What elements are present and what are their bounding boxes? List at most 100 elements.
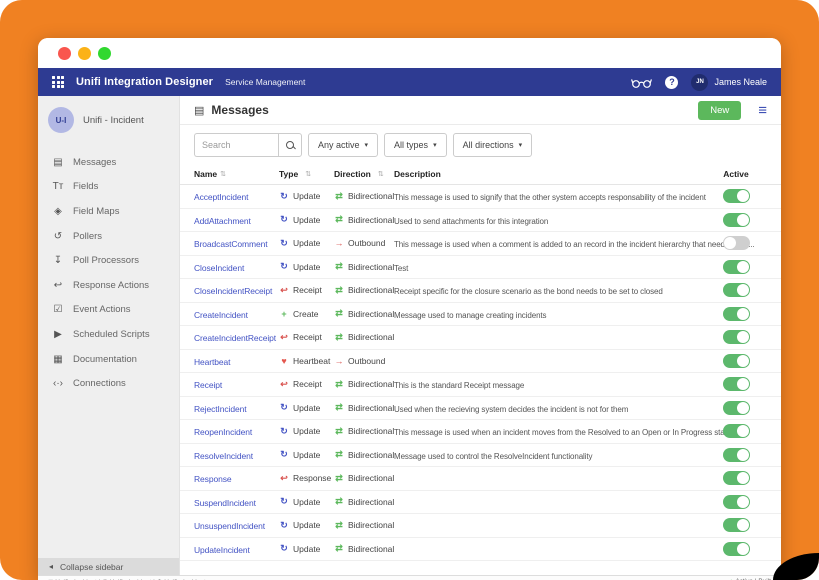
- message-name-link[interactable]: CloseIncident: [194, 263, 244, 273]
- active-toggle[interactable]: [723, 377, 750, 391]
- type-icon: ↻: [279, 214, 289, 225]
- message-name-link[interactable]: Heartbeat: [194, 357, 230, 367]
- sidebar-item-fields[interactable]: Tт Fields: [38, 175, 179, 200]
- active-filter-dropdown[interactable]: Any active ▾: [308, 133, 378, 157]
- message-name-link[interactable]: ReopenIncident: [194, 427, 252, 437]
- direction-filter-dropdown[interactable]: All directions ▾: [453, 133, 533, 157]
- sidebar-item-messages[interactable]: ▤ Messages: [38, 150, 179, 175]
- message-name-link[interactable]: ResolveIncident: [194, 451, 253, 461]
- direction-label: Bidirectional: [348, 309, 394, 319]
- type-label: Update: [293, 544, 320, 554]
- message-name-link[interactable]: Receipt: [194, 380, 222, 390]
- message-name-link[interactable]: CloseIncidentReceipt: [194, 286, 272, 296]
- type-label: Receipt: [293, 379, 322, 389]
- type-icon: ↩: [279, 379, 289, 390]
- type-icon: ↩: [279, 332, 289, 343]
- list-menu-icon[interactable]: ≡: [758, 103, 767, 118]
- type-label: Update: [293, 403, 320, 413]
- message-name-link[interactable]: BroadcastComment: [194, 239, 268, 249]
- sidebar-item-connections[interactable]: ‹·› Connections: [38, 371, 179, 396]
- message-name-link[interactable]: UpdateIncident: [194, 545, 250, 555]
- sidebar-item-event-actions[interactable]: ☑ Event Actions: [38, 298, 179, 323]
- minimize-window-button[interactable]: [78, 47, 91, 60]
- table-row: ReopenIncident ↻ Update ⇄ Bidirectional …: [180, 420, 781, 444]
- collapse-sidebar-button[interactable]: ◂ Collapse sidebar: [38, 558, 179, 575]
- column-header-description: Description: [394, 169, 705, 179]
- direction-cell: ⇄ Bidirectional: [334, 261, 394, 272]
- sidebar-item-icon: ↺: [51, 231, 65, 242]
- message-name-link[interactable]: AddAttachment: [194, 216, 251, 226]
- type-icon: ↻: [279, 426, 289, 437]
- close-window-button[interactable]: [58, 47, 71, 60]
- app-grid-icon[interactable]: [52, 76, 64, 88]
- table-header: Name⇅ Type⇅ Direction⇅ Description Activ…: [180, 163, 781, 185]
- type-label: Update: [293, 215, 320, 225]
- message-name-link[interactable]: UnsuspendIncident: [194, 521, 265, 531]
- type-icon: ↻: [279, 261, 289, 272]
- active-toggle[interactable]: [723, 471, 750, 485]
- direction-label: Bidirectional: [348, 544, 394, 554]
- search-input[interactable]: [194, 133, 278, 157]
- active-toggle[interactable]: [723, 518, 750, 532]
- help-icon[interactable]: ?: [665, 76, 678, 89]
- main-content: ▤ Messages New ≡ Any active ▾ All ty: [180, 96, 781, 575]
- active-toggle[interactable]: [723, 354, 750, 368]
- message-name-link[interactable]: RejectIncident: [194, 404, 246, 414]
- type-cell: ↻ Update: [279, 520, 334, 531]
- active-toggle[interactable]: [723, 307, 750, 321]
- new-button[interactable]: New: [698, 101, 741, 120]
- sidebar-item-pollers[interactable]: ↺ Pollers: [38, 224, 179, 249]
- type-label: Update: [293, 238, 320, 248]
- chevron-down-icon: ▾: [519, 141, 523, 149]
- chevron-down-icon: ▾: [433, 141, 437, 149]
- direction-icon: ⇄: [334, 214, 344, 225]
- type-filter-dropdown[interactable]: All types ▾: [384, 133, 447, 157]
- message-name-link[interactable]: AcceptIncident: [194, 192, 248, 202]
- message-name-link[interactable]: SuspendIncident: [194, 498, 256, 508]
- table-row: RejectIncident ↻ Update ⇄ Bidirectional …: [180, 397, 781, 421]
- table-rows: AcceptIncident ↻ Update ⇄ Bidirectional …: [180, 185, 781, 575]
- sort-icon: ⇅: [220, 170, 226, 178]
- active-toggle[interactable]: [723, 213, 750, 227]
- active-toggle[interactable]: [723, 495, 750, 509]
- sort-icon: ⇅: [378, 170, 384, 178]
- description-cell: This message is used to signify that the…: [394, 193, 706, 202]
- active-toggle[interactable]: [723, 401, 750, 415]
- sidebar-item-field-maps[interactable]: ◈ Field Maps: [38, 199, 179, 224]
- search-button[interactable]: [278, 133, 302, 157]
- active-toggle[interactable]: [723, 448, 750, 462]
- sidebar-item-poll-processors[interactable]: ↧ Poll Processors: [38, 248, 179, 273]
- table-row: Heartbeat ♥ Heartbeat → Outbound: [180, 350, 781, 374]
- sidebar-item-scheduled-scripts[interactable]: ▶ Scheduled Scripts: [38, 322, 179, 347]
- type-label: Response: [293, 473, 331, 483]
- active-toggle[interactable]: [723, 236, 750, 250]
- maximize-window-button[interactable]: [98, 47, 111, 60]
- direction-cell: ⇄ Bidirectional: [334, 379, 394, 390]
- column-header-direction[interactable]: Direction⇅: [334, 169, 394, 179]
- active-toggle[interactable]: [723, 283, 750, 297]
- sidebar-item-response-actions[interactable]: ↩ Response Actions: [38, 273, 179, 298]
- message-name-link[interactable]: CreateIncident: [194, 310, 248, 320]
- type-cell: ↩ Receipt: [279, 332, 334, 343]
- column-header-type[interactable]: Type⇅: [279, 169, 334, 179]
- active-toggle[interactable]: [723, 424, 750, 438]
- integration-header[interactable]: U-I Unifi - Incident: [38, 96, 179, 142]
- column-header-name[interactable]: Name⇅: [194, 169, 279, 179]
- user-menu[interactable]: JN James Neale: [691, 74, 767, 91]
- message-name-link[interactable]: Response: [194, 474, 231, 484]
- direction-icon: ⇄: [334, 308, 344, 319]
- sidebar-item-documentation[interactable]: ▦ Documentation: [38, 347, 179, 372]
- glasses-icon[interactable]: [631, 76, 652, 89]
- sidebar-item-icon: ◈: [51, 206, 65, 217]
- type-cell: ↻ Update: [279, 261, 334, 272]
- message-name-link[interactable]: CreateIncidentReceipt: [194, 333, 276, 343]
- active-toggle[interactable]: [723, 330, 750, 344]
- sidebar-item-label: Pollers: [73, 231, 102, 242]
- table-row: SuspendIncident ↻ Update ⇄ Bidirectional: [180, 491, 781, 515]
- active-toggle[interactable]: [723, 542, 750, 556]
- table-row: AddAttachment ↻ Update ⇄ Bidirectional U…: [180, 209, 781, 233]
- active-toggle[interactable]: [723, 260, 750, 274]
- direction-label: Bidirectional: [348, 426, 394, 436]
- sidebar-item-icon: ↧: [51, 255, 65, 266]
- active-toggle[interactable]: [723, 189, 750, 203]
